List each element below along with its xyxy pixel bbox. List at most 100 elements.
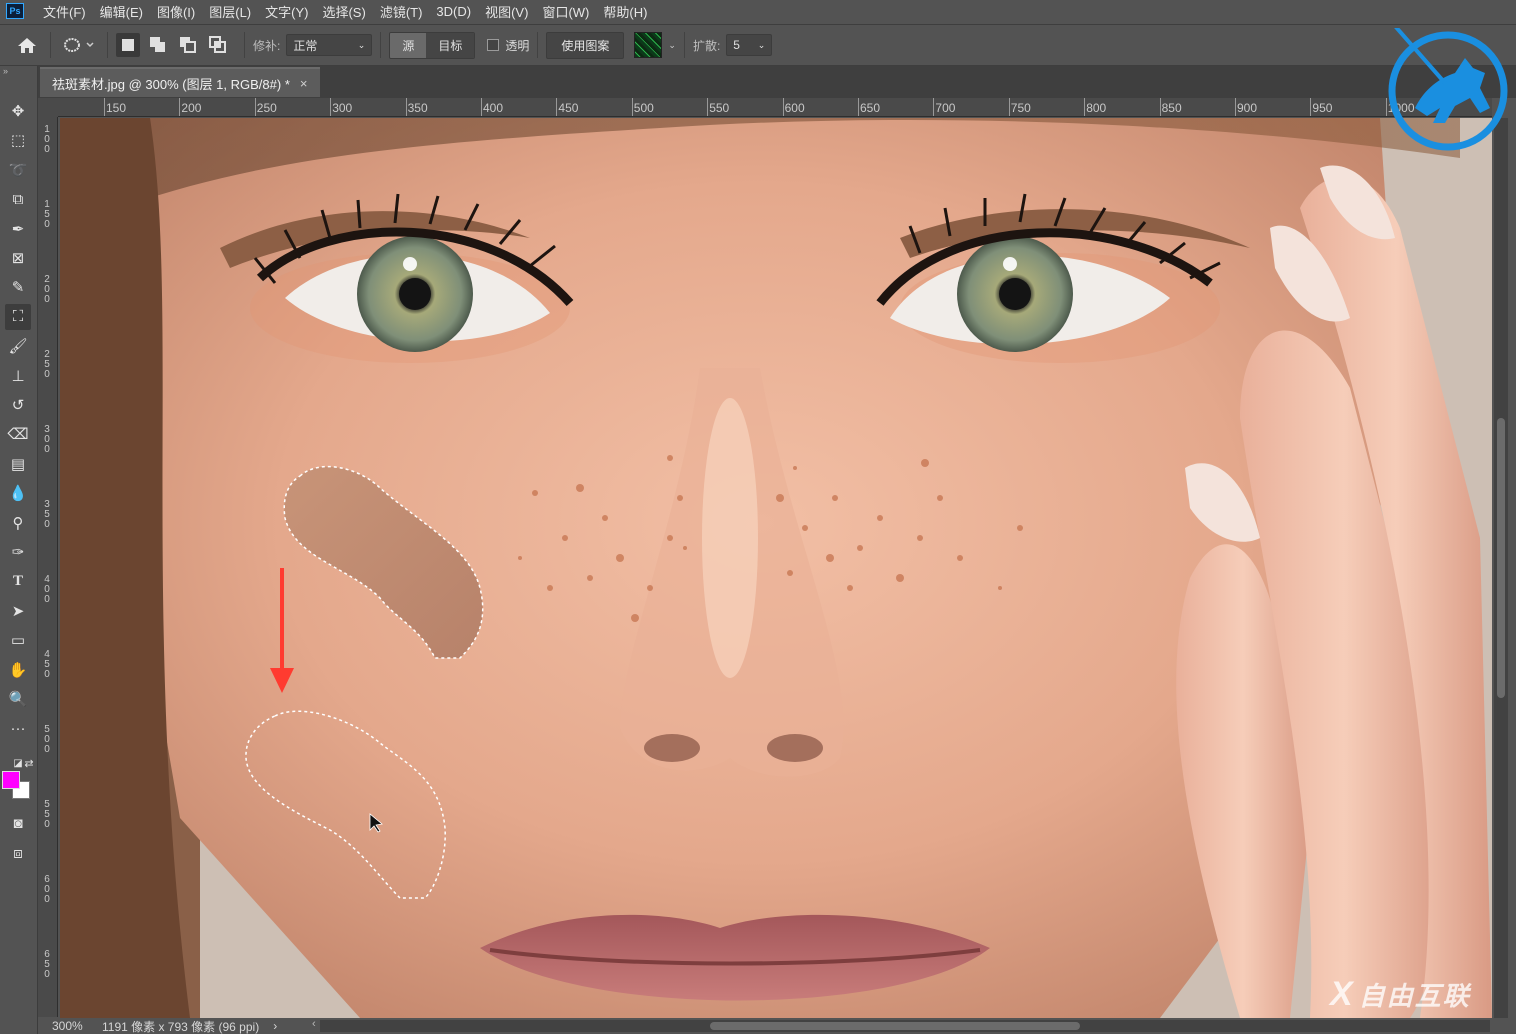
ruler-h-mark [254,98,256,116]
rectangular-marquee-tool-icon[interactable]: ⬚ [5,127,31,153]
ruler-h-label: 600 [784,101,805,115]
home-button[interactable] [12,33,42,57]
horizontal-scroll-thumb[interactable] [710,1022,1080,1030]
transparent-label: 透明 [505,38,530,53]
new-selection-button[interactable] [116,33,140,57]
frame-tool-icon[interactable]: ⊠ [5,245,31,271]
subtract-selection-button[interactable] [176,33,200,57]
more-tools-icon[interactable]: ··· [5,715,31,741]
new-selection-icon [122,39,134,51]
foreground-color-swatch[interactable] [2,771,20,789]
gradient-tool-icon[interactable]: ▤ [5,451,31,477]
hand-tool-icon[interactable]: ✋ [5,657,31,683]
ruler-corner [38,98,58,117]
tools-panel: » ✥ ⬚ ➰ ⧉ ✒ ⊠ ✎ ⛶ 🖌 ⊥ ↺ ⌫ ▤ 💧 ⚲ ✑ T ➤ ▭ ✋ 🔍 ··· ◪ ⇄ ◙ ⧈ [0,66,38,1034]
vertical-scrollbar[interactable] [1494,118,1508,1018]
panel-collapse-icon[interactable]: » [3,66,8,76]
bottom-watermark: X 自由互联 [1330,974,1471,1014]
subtract-selection-icon [180,37,196,53]
diffusion-value: 5 [733,38,740,52]
ruler-v-label: 650 [44,949,50,980]
pattern-swatch[interactable] [634,32,663,58]
target-button[interactable]: 目标 [426,32,475,58]
path-selection-tool-icon[interactable]: ➤ [5,598,31,624]
quick-mask-icon[interactable]: ◙ [5,810,31,836]
menu-edit[interactable]: 编辑(E) [93,2,150,21]
move-tool-icon[interactable]: ✥ [5,98,31,124]
history-brush-tool-icon[interactable]: ↺ [5,392,31,418]
ruler-h-mark [1008,98,1010,116]
face-photo [60,118,1492,1018]
document-canvas[interactable] [60,118,1492,1018]
add-selection-icon [150,37,165,52]
ruler-h-mark [1310,98,1312,116]
object-selection-tool-icon[interactable]: ⧉ [5,186,31,212]
patch-label: 修补: [253,38,281,53]
ruler-h-label: 350 [407,101,428,115]
ruler-h-mark [1084,98,1086,116]
ruler-h-label: 400 [483,101,504,115]
vertical-ruler[interactable]: 100 150 200 250 300 350 400 450 500 550 600 650 [38,117,58,1017]
type-tool-icon[interactable]: T [5,568,31,594]
pattern-dropdown-icon[interactable]: ⌄ [668,40,676,51]
diffusion-label: 扩散: [692,38,721,53]
scroll-left-arrow-icon[interactable]: ‹ [312,1018,316,1030]
menu-view[interactable]: 视图(V) [478,2,535,21]
menu-window[interactable]: 窗口(W) [535,2,596,21]
ruler-h-label: 550 [709,101,730,115]
screen-mode-icon[interactable]: ⧈ [5,840,31,866]
eraser-tool-icon[interactable]: ⌫ [5,421,31,447]
photoshop-logo-icon: Ps [6,3,24,19]
options-bar: 修补: 正常 ⌄ 源 目标 透明 使用图案 ⌄ 扩散: 5 ⌄ [0,24,1516,66]
pen-tool-icon[interactable]: ✑ [5,539,31,565]
ruler-h-label: 750 [1010,101,1031,115]
ruler-h-mark [782,98,784,116]
ruler-v-label: 150 [44,199,50,230]
menu-filter[interactable]: 滤镜(T) [373,2,430,21]
watermark-text: 自由互联 [1358,980,1471,1011]
intersect-selection-button[interactable] [206,33,230,57]
zoom-tool-icon[interactable]: 🔍 [5,686,31,712]
ruler-v-label: 600 [44,874,50,905]
ruler-h-label: 150 [106,101,127,115]
eyedropper-tool-icon[interactable]: ✒ [5,216,31,242]
vertical-scroll-thumb[interactable] [1497,418,1505,698]
diffusion-dropdown[interactable]: 5 ⌄ [726,34,773,56]
horizontal-scrollbar[interactable]: ‹ [312,1018,1490,1032]
ruler-v-label: 350 [44,499,50,530]
rectangle-tool-icon[interactable]: ▭ [5,627,31,653]
document-tab[interactable]: 祛斑素材.jpg @ 300% (图层 1, RGB/8#) * × [40,67,320,97]
blur-tool-icon[interactable]: 💧 [5,480,31,506]
lasso-tool-icon[interactable]: ➰ [5,157,31,183]
zoom-level[interactable]: 300% [40,1019,88,1033]
menu-image[interactable]: 图像(I) [150,2,202,21]
dodge-tool-icon[interactable]: ⚲ [5,510,31,536]
close-icon[interactable]: × [300,76,308,91]
use-pattern-button[interactable]: 使用图案 [546,31,625,59]
menu-help[interactable]: 帮助(H) [596,2,654,21]
menu-select[interactable]: 选择(S) [315,2,372,21]
source-button[interactable]: 源 [390,32,427,58]
tool-preset-picker[interactable] [59,33,99,57]
add-to-selection-button[interactable] [146,33,170,57]
ruler-h-label: 700 [935,101,956,115]
ruler-h-label: 950 [1312,101,1333,115]
menu-layer[interactable]: 图层(L) [202,2,258,21]
transparent-checkbox[interactable]: 透明 [487,37,529,54]
ruler-h-label: 250 [256,101,277,115]
horizontal-ruler[interactable]: 150 200 250 300 350 400 450 500 550 600 650 700 750 8… [58,98,1492,117]
ruler-v-label: 450 [44,649,50,680]
ruler-h-mark [1235,98,1236,116]
menu-file[interactable]: 文件(F) [36,2,93,21]
status-menu-arrow-icon[interactable]: › [273,1019,277,1033]
patch-mode-dropdown[interactable]: 正常 ⌄ [286,34,373,56]
document-info: 1191 像素 x 793 像素 (96 ppi) [102,1019,260,1034]
document-tab-title: 祛斑素材.jpg @ 300% (图层 1, RGB/8#) * [52,76,290,92]
ruler-v-label: 250 [44,349,50,380]
clone-stamp-tool-icon[interactable]: ⊥ [5,363,31,389]
brush-tool-icon[interactable]: 🖌 [5,333,31,359]
menu-type[interactable]: 文字(Y) [258,2,315,21]
patch-tool-icon[interactable]: ⛶ [5,303,31,330]
menu-3d[interactable]: 3D(D) [429,4,478,19]
spot-healing-brush-icon[interactable]: ✎ [5,274,31,300]
